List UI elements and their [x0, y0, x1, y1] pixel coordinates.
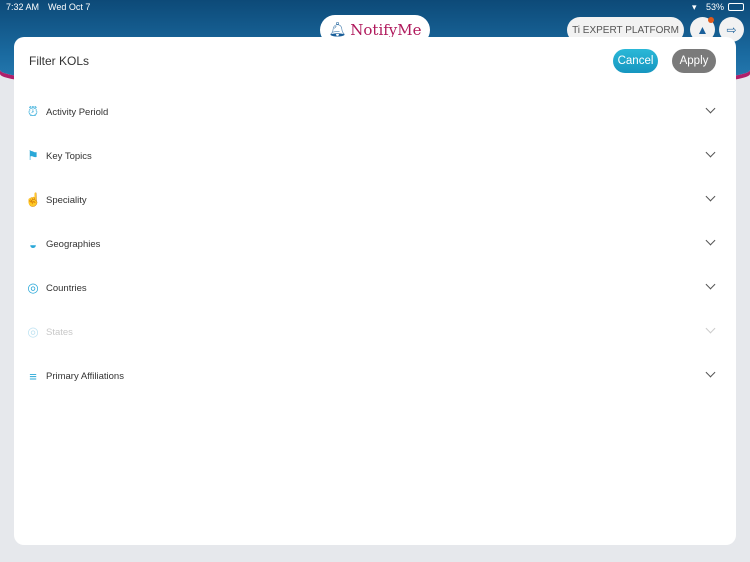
filter-row-states: ◎ States	[14, 310, 736, 354]
chevron-down-icon[interactable]	[705, 279, 716, 290]
chevron-down-icon[interactable]	[705, 235, 716, 246]
filter-row-key-topics[interactable]: ⚑ Key Topics	[14, 134, 736, 178]
handshake-icon: ≡	[29, 368, 37, 384]
battery-level: 53%	[706, 2, 725, 12]
filter-row-speciality[interactable]: ☝ Speciality	[14, 178, 736, 222]
filter-label: Speciality	[46, 194, 87, 206]
location-pin-icon: ◎	[27, 324, 39, 339]
chevron-down-icon[interactable]	[705, 147, 716, 158]
filter-label: Key Topics	[46, 150, 92, 162]
wifi-icon: ▾	[692, 2, 697, 12]
bell-icon: ▲	[696, 22, 709, 37]
globe-flag-icon: ◒	[29, 236, 37, 252]
logout-icon: ⇨	[726, 22, 737, 37]
notification-badge	[708, 17, 714, 23]
filter-label: Countries	[46, 282, 87, 294]
filter-row-geographies[interactable]: ◒ Geographies	[14, 222, 736, 266]
filter-label: Geographies	[46, 238, 101, 250]
filter-row-primary-affiliations[interactable]: ≡ Primary Affiliations	[14, 354, 736, 398]
status-date: Wed Oct 7	[48, 2, 91, 12]
chevron-down-icon	[705, 323, 716, 334]
chevron-down-icon[interactable]	[705, 367, 716, 378]
filter-row-activity-periold[interactable]: ⏰︎ Activity Periold	[14, 90, 736, 134]
alarm-clock-icon: ⏰︎	[27, 104, 39, 119]
bell-logo-icon: 🔔︎	[328, 22, 347, 38]
status-time: 7:32 AM	[6, 2, 40, 12]
battery-icon	[728, 3, 744, 11]
filter-row-countries[interactable]: ◎ Countries	[14, 266, 736, 310]
filter-label: Primary Affiliations	[46, 370, 124, 382]
thumbs-up-icon: ☝	[25, 192, 42, 207]
location-pin-icon: ◎	[27, 280, 39, 295]
chevron-down-icon[interactable]	[705, 191, 716, 202]
filter-modal: Filter KOLs Cancel Apply ⏰︎ Activity Peri…	[14, 37, 736, 545]
apply-button[interactable]: Apply	[672, 49, 716, 73]
flag-icon: ⚑	[27, 148, 39, 163]
modal-title: Filter KOLs	[29, 54, 90, 68]
cancel-button[interactable]: Cancel	[613, 49, 658, 73]
chevron-down-icon[interactable]	[705, 103, 716, 114]
filter-label: Activity Periold	[46, 106, 109, 118]
filter-label: States	[46, 326, 73, 338]
